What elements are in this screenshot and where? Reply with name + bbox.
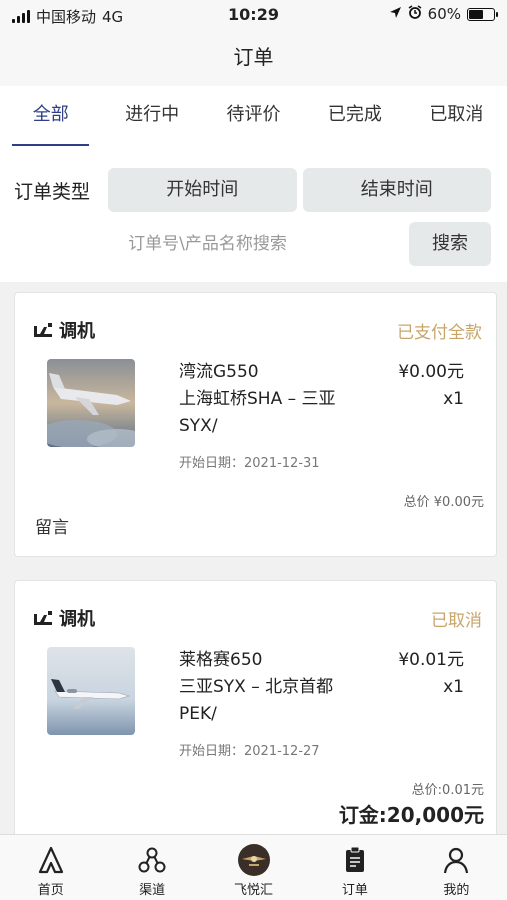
search-input[interactable]: [14, 222, 401, 266]
order-status: 已支付全款: [397, 322, 482, 343]
route-line-1: 三亚SYX – 北京首都: [179, 677, 334, 697]
alarm-icon: [408, 5, 422, 23]
message-link[interactable]: 留言: [35, 513, 69, 538]
tab-all[interactable]: 全部: [0, 86, 101, 148]
tabbar-feiyuehui[interactable]: 飞悦汇: [203, 835, 304, 900]
tabbar-home[interactable]: 首页: [0, 835, 101, 900]
location-icon: [389, 5, 402, 23]
channel-icon: [135, 843, 169, 877]
route-line-2: PEK/: [179, 704, 217, 724]
tab-to-review[interactable]: 待评价: [203, 86, 304, 148]
start-date: 开始日期：2021-12-31: [179, 456, 320, 471]
filter-panel: 订单类型 开始时间 结束时间 搜索: [0, 148, 507, 282]
unit-price: ¥0.00元: [398, 362, 464, 382]
battery-icon: [467, 7, 498, 21]
status-bar: 中国移动 4G 10:29 60%: [0, 0, 507, 32]
quantity: x1: [443, 677, 464, 697]
tab-completed[interactable]: 已完成: [304, 86, 405, 148]
tabbar-label: 我的: [443, 883, 470, 898]
total-price: 总价:0.01元: [411, 783, 484, 798]
order-card[interactable]: 调机 已支付全款 湾流G550 上海虹桥SHA – 三亚 SYX/ 开始日期：2…: [14, 292, 497, 557]
profile-icon: [439, 843, 473, 877]
aircraft-image: [47, 359, 135, 447]
start-time-button[interactable]: 开始时间: [108, 168, 297, 212]
end-time-button[interactable]: 结束时间: [302, 168, 491, 212]
tabbar-label: 订单: [341, 883, 368, 898]
tabbar-label: 渠道: [139, 883, 166, 898]
order-status: 已取消: [431, 610, 482, 631]
order-icon: [338, 843, 372, 877]
unit-price: ¥0.01元: [398, 650, 464, 670]
aircraft-image: [47, 647, 135, 735]
tabbar-profile[interactable]: 我的: [406, 835, 507, 900]
tab-cancelled[interactable]: 已取消: [406, 86, 507, 148]
order-type-filter[interactable]: 订单类型: [14, 177, 102, 204]
jet-category-icon: [33, 609, 53, 627]
start-date: 开始日期：2021-12-27: [179, 744, 320, 759]
quantity: x1: [443, 389, 464, 409]
order-category: 调机: [59, 609, 95, 630]
tabbar-label: 首页: [37, 883, 64, 898]
page-title: 订单: [0, 32, 507, 86]
tab-in-progress[interactable]: 进行中: [101, 86, 202, 148]
route-line-2: SYX/: [179, 416, 218, 436]
tabbar-channel[interactable]: 渠道: [101, 835, 202, 900]
tabbar-orders[interactable]: 订单: [304, 835, 405, 900]
tabbar-label: 飞悦汇: [234, 883, 274, 898]
search-button[interactable]: 搜索: [409, 222, 491, 266]
bottom-tab-bar: 首页 渠道 飞悦汇 订单 我的: [0, 834, 507, 900]
jet-category-icon: [33, 321, 53, 339]
order-status-tabs: 全部 进行中 待评价 已完成 已取消: [0, 86, 507, 148]
product-name: 莱格赛650: [179, 650, 263, 670]
battery-percent: 60%: [427, 5, 461, 23]
logo-icon: [237, 843, 271, 877]
product-name: 湾流G550: [179, 362, 259, 382]
route-line-1: 上海虹桥SHA – 三亚: [179, 389, 336, 409]
deposit-amount: 订金:20,000元: [338, 803, 484, 827]
order-category: 调机: [59, 321, 95, 342]
order-card[interactable]: 调机 已取消 莱格赛650 三亚SYX – 北京首都 PEK/ 开始日期：202…: [14, 580, 497, 850]
home-icon: [34, 843, 68, 877]
total-price: 总价 ¥0.00元: [403, 495, 484, 510]
